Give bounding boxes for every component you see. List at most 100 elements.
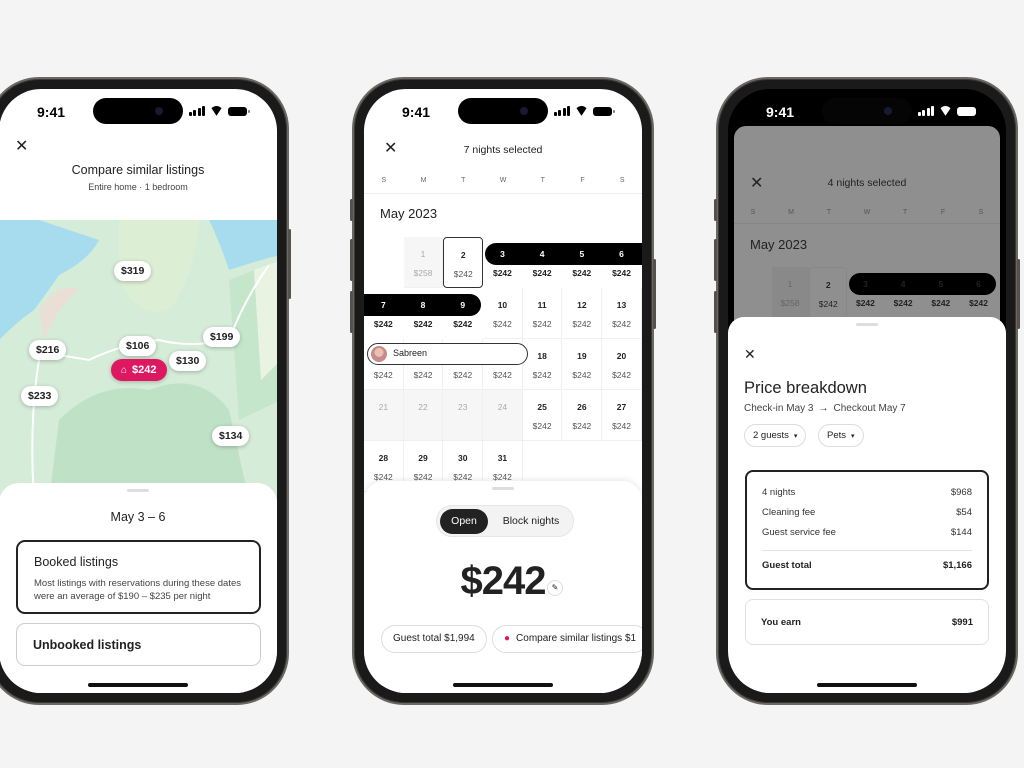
calendar-day[interactable]: 19 $242 [562, 339, 603, 390]
calendar-day[interactable]: 5 $242 [923, 267, 961, 318]
open-option[interactable]: Open [440, 509, 488, 534]
weekday-label: T [540, 177, 545, 184]
calendar-day[interactable]: 27 $242 [602, 390, 642, 441]
calendar-day[interactable]: 23 [443, 390, 484, 441]
calendar-day[interactable]: 24 [483, 390, 523, 441]
calendar-day[interactable]: 22 [403, 390, 444, 441]
day-price: $242 [413, 319, 433, 329]
day-price: $242 [532, 370, 552, 380]
total-label: Guest total [762, 560, 812, 571]
card-title: Unbooked listings [33, 638, 142, 652]
calendar-day[interactable]: 25 $242 [522, 390, 563, 441]
page-title: Compare similar listings [71, 163, 205, 177]
side-button [1017, 259, 1020, 329]
earn-label: You earn [761, 617, 801, 628]
weekday-label: S [978, 209, 984, 216]
calendar-day[interactable]: 2 $242 [443, 237, 484, 288]
sheet-handle[interactable] [492, 487, 514, 490]
calendar-day[interactable]: 5 $242 [563, 237, 603, 288]
calendar-day[interactable]: 6 $242 [960, 267, 998, 318]
calendar-day[interactable]: 12 $242 [562, 288, 603, 339]
map-pin[interactable]: $130 [169, 351, 207, 371]
map[interactable]: $319 $216 $106 $199 $130 ⌂ $242 $233 $134 [0, 220, 277, 500]
calendar-day[interactable]: 6 $242 [602, 237, 642, 288]
stay-dates: Check-in May 3 → Checkout May 7 [744, 403, 906, 414]
calendar-day[interactable]: 20 $242 [602, 339, 642, 390]
calendar-day[interactable]: 3 $242 [483, 237, 523, 288]
calendar-day[interactable]: 10 $242 [483, 288, 523, 339]
map-pin[interactable]: $233 [21, 386, 59, 406]
reservation-pill[interactable]: Sabreen [367, 343, 528, 365]
unbooked-listings-card[interactable]: Unbooked listings [16, 623, 261, 666]
calendar-day[interactable]: 4 $242 [523, 237, 563, 288]
home-indicator [88, 683, 188, 687]
phone-price-breakdown: 9:41 ✕ 4 nights selected S M T W T F S May 202… [714, 77, 1020, 705]
day-price: $242 [855, 298, 875, 308]
weekday-label: S [381, 177, 387, 184]
earn-value: $991 [951, 617, 973, 628]
close-icon[interactable]: ✕ [15, 139, 28, 155]
signal-icon [553, 106, 570, 116]
screen: 9:41 ✕ 4 nights selected S M T W T F S May 202… [728, 89, 1006, 693]
calendar-day[interactable]: 11 $242 [522, 288, 563, 339]
dynamic-island [93, 98, 183, 124]
line-value: $968 [950, 487, 972, 498]
side-button [714, 199, 717, 221]
arrow-right-icon: → [818, 403, 829, 414]
map-pin[interactable]: $216 [29, 340, 67, 360]
day-number: 28 [378, 453, 389, 463]
day-number: 29 [418, 453, 428, 463]
weekday-label: T [902, 209, 908, 216]
sheet-handle[interactable] [127, 489, 149, 492]
map-pin[interactable]: $199 [203, 327, 241, 347]
booked-listings-card[interactable]: Booked listings Most listings with reser… [16, 540, 261, 614]
day-number: 13 [616, 300, 627, 310]
day-number: 30 [458, 453, 468, 463]
day-number: 20 [616, 351, 627, 361]
calendar-day[interactable]: 21 [364, 390, 404, 441]
pets-label: Pets [827, 430, 847, 441]
home-indicator [453, 683, 553, 687]
calendar-day[interactable]: 3 $242 [847, 267, 885, 318]
close-icon[interactable]: ✕ [744, 347, 756, 361]
calendar-day[interactable]: 1 $258 [403, 237, 444, 288]
pets-dropdown[interactable]: Pets ▾ [818, 424, 864, 447]
you-earn-row: You earn $991 [761, 617, 973, 628]
day-number: 3 [863, 279, 868, 289]
day-number: 23 [458, 402, 468, 412]
phone-compare-listings: 9:41 ✕ Compare similar listings Entire h… [0, 77, 291, 705]
calendar-day[interactable]: 13 $242 [602, 288, 642, 339]
month-label: May 2023 [380, 206, 438, 221]
map-pin[interactable]: $319 [114, 261, 152, 281]
calendar-day[interactable]: 7 $242 [364, 288, 404, 339]
bottom-sheet: May 3 – 6 Booked listings Most listings … [0, 483, 277, 693]
block-nights-option[interactable]: Block nights [491, 509, 571, 534]
calendar-day[interactable]: 4 $242 [885, 267, 923, 318]
calendar-day[interactable]: 9 $242 [443, 288, 483, 339]
guest-total-chip[interactable]: Guest total $1,994 [381, 625, 487, 653]
day-price: $242 [453, 319, 473, 329]
calendar-day[interactable]: 2 $242 [809, 267, 848, 318]
card-title: Booked listings [34, 555, 119, 569]
wifi-icon [210, 106, 223, 116]
nights-selected-title: 7 nights selected [463, 144, 543, 156]
calendar-day[interactable]: 8 $242 [404, 288, 444, 339]
calendar-day[interactable]: 26 $242 [562, 390, 603, 441]
day-number: 10 [497, 300, 508, 310]
pencil-icon[interactable]: ✎ [547, 580, 563, 596]
calendar-day[interactable]: 18 $242 [522, 339, 563, 390]
guests-dropdown[interactable]: 2 guests ▾ [744, 424, 807, 447]
map-pin[interactable]: $106 [119, 336, 157, 356]
side-button [350, 239, 353, 281]
day-number: 1 [420, 249, 426, 259]
calendar-day[interactable]: 1 $258 [771, 267, 810, 318]
side-button [714, 291, 717, 333]
map-pin-current-listing[interactable]: ⌂ $242 [111, 359, 167, 381]
weekday-label: M [788, 209, 794, 216]
map-pin[interactable]: $134 [212, 426, 250, 446]
sheet-handle[interactable] [856, 323, 878, 326]
line-label: 4 nights [762, 487, 796, 498]
line-value: $54 [956, 507, 972, 518]
compare-listings-chip[interactable]: ● Compare similar listings $1 [492, 625, 642, 653]
day-price: $242 [373, 370, 393, 380]
